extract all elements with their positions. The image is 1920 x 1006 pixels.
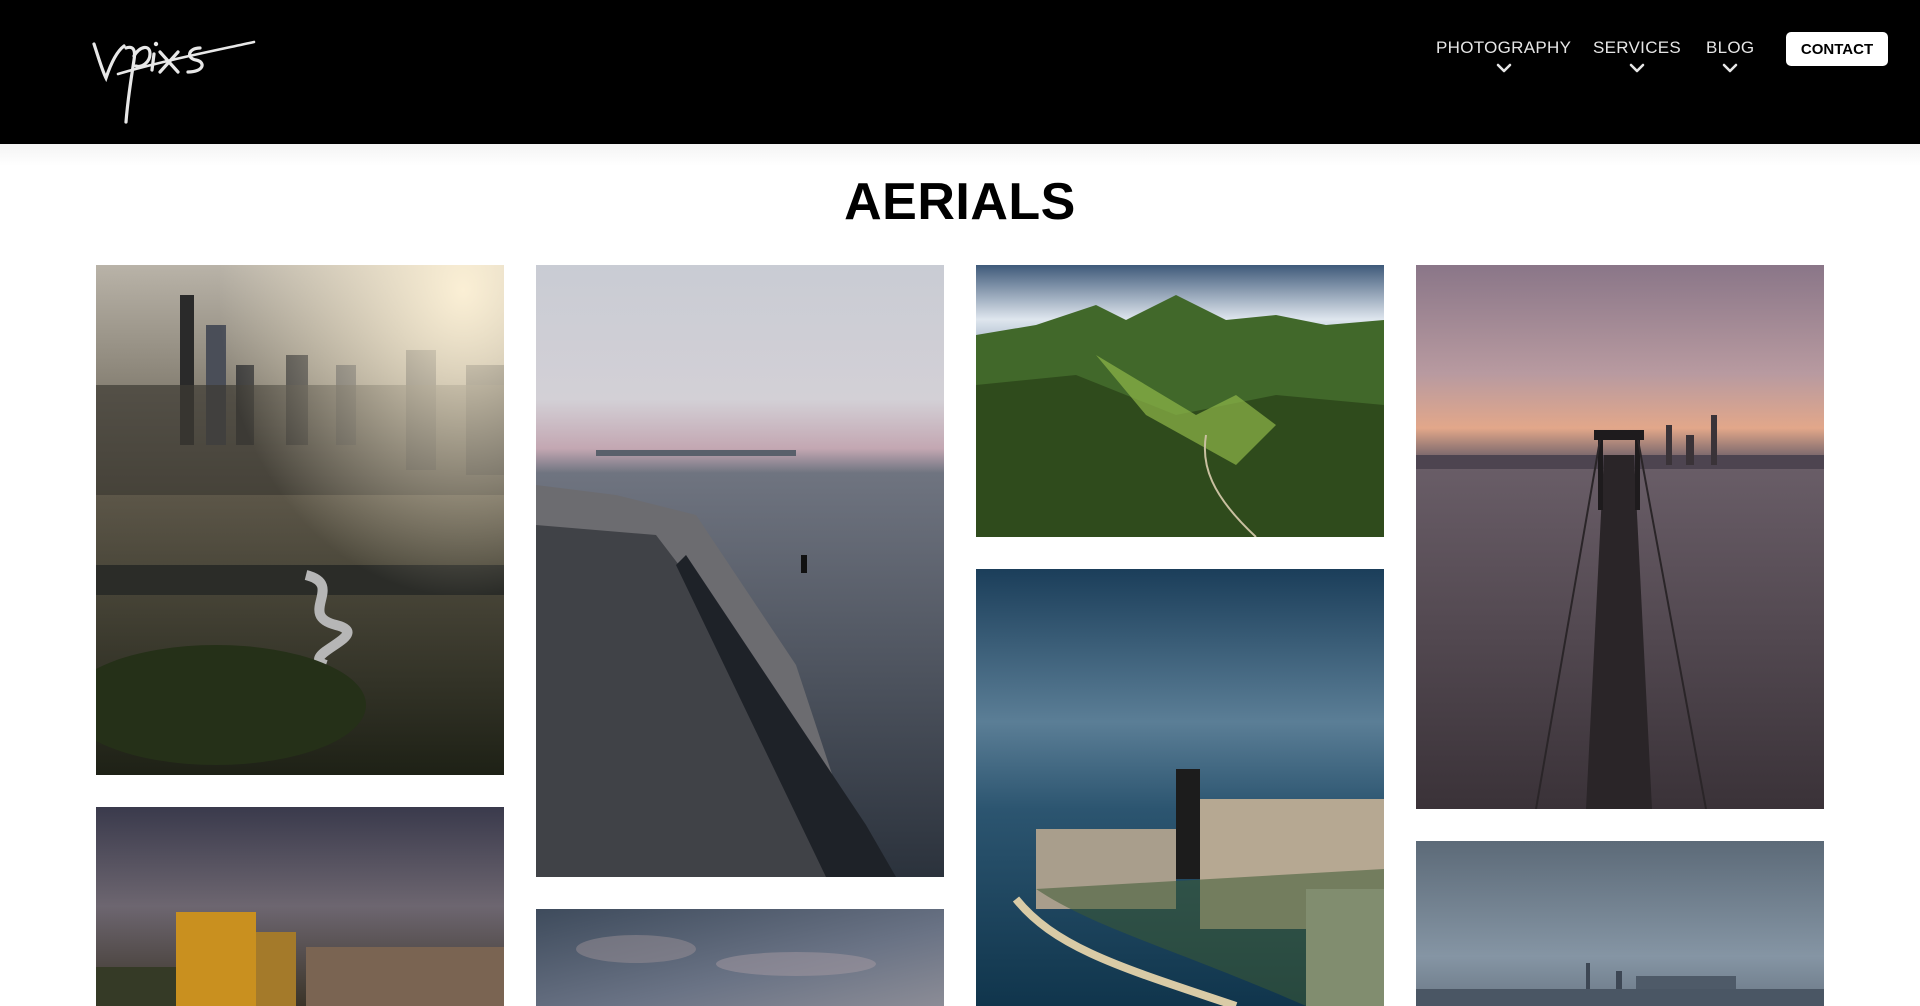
gallery-photo-bay-bridge[interactable] <box>1416 265 1824 809</box>
nav-blog[interactable]: BLOG <box>1706 38 1754 74</box>
gallery-photo-breakwater[interactable] <box>536 265 944 877</box>
photo-distant-skyline-image <box>1416 841 1824 1006</box>
photo-chicago-lakefront-image <box>976 569 1384 1006</box>
gallery-photo-skyline-golden[interactable] <box>96 807 504 1006</box>
gallery-photo-distant-skyline[interactable] <box>1416 841 1824 1006</box>
chevron-down-icon <box>1496 63 1511 73</box>
gallery-photo-mountains[interactable] <box>976 265 1384 537</box>
page-title: AERIALS <box>844 173 1076 231</box>
photo-cloudy-sky-image <box>536 909 944 1006</box>
gallery-photo-chicago-lakefront[interactable] <box>976 569 1384 1006</box>
header-shadow <box>0 144 1920 166</box>
photo-mountains-image <box>976 265 1384 537</box>
nav-photography-label: PHOTOGRAPHY <box>1436 38 1572 57</box>
photo-skyline-golden-image <box>96 807 504 1006</box>
site-header: PHOTOGRAPHY SERVICES BLOG CONTACT <box>0 0 1920 144</box>
photo-breakwater-image <box>536 265 944 877</box>
nav-blog-label: BLOG <box>1706 38 1755 57</box>
chevron-down-icon <box>1629 63 1645 73</box>
nav-photography[interactable]: PHOTOGRAPHY <box>1436 38 1571 74</box>
contact-button[interactable]: CONTACT <box>1786 32 1888 66</box>
chevron-down-icon <box>1722 63 1738 73</box>
logo-signature <box>92 40 256 124</box>
photo-chicago-park-image <box>96 265 504 775</box>
gallery-photo-chicago-park[interactable] <box>96 265 504 775</box>
gallery-photo-cloudy-sky[interactable] <box>536 909 944 1006</box>
photo-bay-bridge-image <box>1416 265 1824 809</box>
nav-services[interactable]: SERVICES <box>1593 38 1681 74</box>
nav-services-label: SERVICES <box>1593 38 1682 57</box>
